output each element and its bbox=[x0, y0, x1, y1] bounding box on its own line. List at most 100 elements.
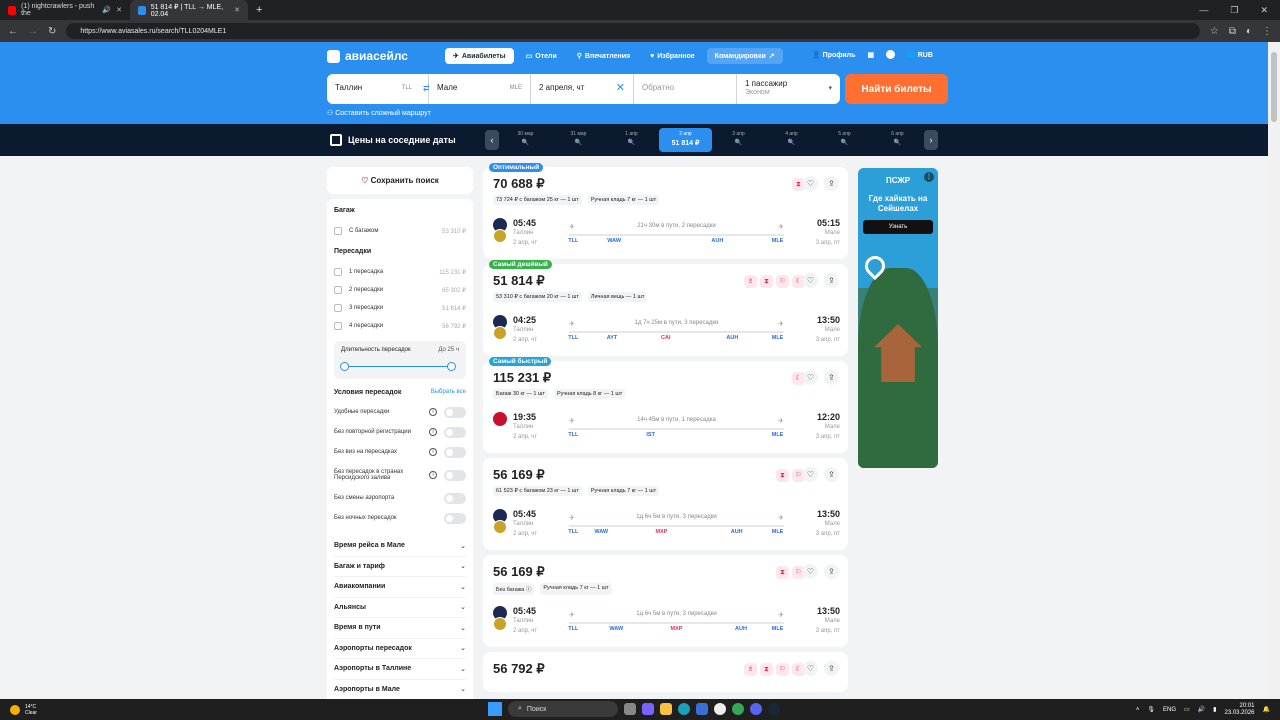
result-card[interactable]: 56 792 ₽ ♗ ⧗ ⚐ ☾ ♡ ⇪ bbox=[483, 652, 848, 692]
url-bar[interactable]: https://www.aviasales.ru/search/TLL0204M… bbox=[66, 23, 1200, 39]
share-icon[interactable]: ⇪ bbox=[824, 467, 839, 482]
toggle-switch[interactable] bbox=[444, 512, 466, 524]
feature-tag-icon[interactable]: ⧗ bbox=[776, 566, 789, 579]
feature-tag-icon[interactable]: ♗ bbox=[744, 663, 757, 676]
weather-widget[interactable]: 14°C Clear bbox=[0, 704, 37, 716]
favorite-heart-icon[interactable]: ♡ bbox=[803, 273, 818, 288]
favorite-heart-icon[interactable]: ♡ bbox=[803, 661, 818, 676]
filter-accordion[interactable]: Багаж и тариф ⌄ bbox=[334, 557, 466, 577]
scrollbar-thumb[interactable] bbox=[1271, 52, 1277, 122]
discord-icon[interactable] bbox=[750, 703, 762, 715]
language-indicator[interactable]: ENG bbox=[1163, 707, 1176, 713]
result-card[interactable]: Оптимальный 70 688 ₽ 73 724 ₽ с багажом 25… bbox=[483, 163, 848, 259]
checkbox[interactable] bbox=[334, 268, 342, 276]
extensions-icon[interactable]: ⧉ bbox=[1229, 26, 1236, 37]
date-cell-2[interactable]: 1 апр 🔍 bbox=[605, 128, 658, 152]
back-icon[interactable]: ← bbox=[8, 26, 18, 37]
toggle-switch[interactable] bbox=[444, 426, 466, 438]
feature-tag-icon[interactable]: ⧗ bbox=[776, 469, 789, 482]
logo[interactable]: авиасейлс bbox=[327, 49, 408, 63]
feature-tag-icon[interactable]: ⚐ bbox=[776, 663, 789, 676]
dates-prev-button[interactable]: ‹ bbox=[485, 130, 499, 150]
nav-experiences[interactable]: ⚲ Впечатления bbox=[569, 48, 638, 64]
profile-link[interactable]: 👤 Профиль bbox=[812, 51, 855, 59]
minimize-icon[interactable]: — bbox=[1199, 5, 1208, 15]
task-view-icon[interactable] bbox=[624, 703, 636, 715]
file-explorer-icon[interactable] bbox=[660, 703, 672, 715]
select-all-link[interactable]: Выбрать все bbox=[431, 389, 466, 396]
share-icon[interactable]: ⇪ bbox=[824, 176, 839, 191]
date-cell-5[interactable]: 4 апр 🔍 bbox=[765, 128, 818, 152]
star-icon[interactable]: ☆ bbox=[1210, 26, 1219, 37]
favorite-heart-icon[interactable]: ♡ bbox=[803, 564, 818, 579]
share-icon[interactable]: ⇪ bbox=[824, 370, 839, 385]
feature-tag-icon[interactable]: ⧗ bbox=[760, 275, 773, 288]
toggle-switch[interactable] bbox=[444, 406, 466, 418]
feature-tag-icon[interactable]: ♗ bbox=[744, 275, 757, 288]
origin-field[interactable]: Таллин TLL ⇄ bbox=[327, 74, 431, 104]
departure-date-field[interactable]: 2 апреля, чт ✕ bbox=[531, 74, 634, 104]
favorite-heart-icon[interactable]: ♡ bbox=[803, 370, 818, 385]
filter-accordion[interactable]: Альянсы ⌄ bbox=[334, 598, 466, 618]
date-cell-3[interactable]: 2 апр 51 814 ₽ bbox=[659, 128, 712, 152]
menu-icon[interactable]: ⋮ bbox=[1262, 26, 1272, 37]
battery-icon[interactable]: ▮ bbox=[1213, 706, 1216, 713]
close-tab-icon[interactable]: ✕ bbox=[116, 6, 122, 14]
share-icon[interactable]: ⇪ bbox=[824, 661, 839, 676]
filter-accordion[interactable]: Аэропорты в Мале ⌄ bbox=[334, 680, 466, 700]
return-date-field[interactable]: Обратно bbox=[634, 74, 737, 104]
clock[interactable]: 20:01 23.03.2026 bbox=[1224, 703, 1254, 717]
filter-accordion[interactable]: Время рейса в Мале ⌄ bbox=[334, 536, 466, 557]
checkbox[interactable] bbox=[334, 304, 342, 312]
filter-accordion[interactable]: Аэропорты пересадок ⌄ bbox=[334, 639, 466, 659]
result-card[interactable]: Самый дешёвый 51 814 ₽ 53 310 ₽ с багажом … bbox=[483, 260, 848, 356]
destination-field[interactable]: Мале MLE bbox=[429, 74, 531, 104]
checkbox[interactable] bbox=[334, 322, 342, 330]
browser-tab-youtube[interactable]: (1) nightcrawlers - push the 🔊 ✕ bbox=[0, 0, 130, 20]
microphone-icon[interactable]: 🎙 bbox=[1147, 706, 1155, 713]
checkbox[interactable] bbox=[334, 227, 342, 235]
toggle-switch[interactable] bbox=[444, 469, 466, 481]
steam-icon[interactable] bbox=[768, 703, 780, 715]
find-tickets-button[interactable]: Найти билеты bbox=[845, 74, 948, 104]
help-icon[interactable] bbox=[886, 50, 896, 59]
result-card[interactable]: Самый быстрый 115 231 ₽ Багаж 30 кг — 1 шт… bbox=[483, 357, 848, 453]
store-icon[interactable] bbox=[696, 703, 708, 715]
edge-icon[interactable] bbox=[678, 703, 690, 715]
filter-accordion[interactable]: Время в пути ⌄ bbox=[334, 618, 466, 639]
feature-tag-icon[interactable]: ⚐ bbox=[776, 275, 789, 288]
passengers-field[interactable]: 1 пассажир Эконом ▾ bbox=[737, 74, 840, 104]
page-scrollbar[interactable] bbox=[1268, 42, 1280, 699]
info-icon[interactable]: i bbox=[429, 428, 437, 436]
info-icon[interactable]: i bbox=[429, 408, 437, 416]
close-window-icon[interactable]: ✕ bbox=[1260, 5, 1268, 16]
volume-icon[interactable]: 🔊 bbox=[1198, 706, 1205, 713]
nav-favorites[interactable]: ♥ Избранное bbox=[642, 48, 703, 64]
dates-next-button[interactable]: › bbox=[924, 130, 938, 150]
nav-business[interactable]: Командировки ↗ bbox=[706, 48, 783, 64]
ad-banner[interactable]: ПСЖР Где хайкать на Сейшелах Узнать ⋮ bbox=[858, 168, 938, 468]
chevron-up-icon[interactable]: ˄ bbox=[1136, 707, 1140, 713]
grid-icon[interactable]: ▦ bbox=[867, 51, 874, 59]
info-icon[interactable]: i bbox=[429, 448, 437, 456]
filter-checkbox-row[interactable]: 1 пересадка 115 231 ₽ bbox=[334, 263, 466, 281]
slider-max-handle[interactable] bbox=[447, 362, 456, 371]
windows-start-icon[interactable] bbox=[488, 702, 502, 716]
favorite-heart-icon[interactable]: ♡ bbox=[803, 176, 818, 191]
filter-accordion[interactable]: Авиакомпании ⌄ bbox=[334, 577, 466, 598]
filter-accordion[interactable]: Аэропорты в Таллине ⌄ bbox=[334, 659, 466, 680]
complex-route-link[interactable]: ⚇ Составить сложный маршрут bbox=[327, 109, 431, 117]
clear-icon[interactable]: ✕ bbox=[616, 81, 625, 94]
share-icon[interactable]: ⇪ bbox=[824, 564, 839, 579]
network-icon[interactable]: ▭ bbox=[1184, 706, 1190, 713]
date-cell-0[interactable]: 30 мар 🔍 bbox=[499, 128, 552, 152]
notifications-icon[interactable]: 🔔 bbox=[1263, 706, 1270, 713]
share-icon[interactable]: ⇪ bbox=[824, 273, 839, 288]
maximize-icon[interactable]: ❐ bbox=[1230, 5, 1238, 16]
copilot-icon[interactable] bbox=[642, 703, 654, 715]
close-tab-icon[interactable]: ✕ bbox=[234, 6, 240, 14]
filter-checkbox-row[interactable]: С багажом 53 310 ₽ bbox=[334, 222, 466, 240]
filter-checkbox-row[interactable]: 4 пересадки 56 792 ₽ bbox=[334, 317, 466, 335]
browser-tab-aviasales[interactable]: 51 814 ₽ | TLL → MLE, 02.04 ✕ bbox=[130, 0, 248, 20]
filter-checkbox-row[interactable]: 2 пересадки 65 302 ₽ bbox=[334, 281, 466, 299]
